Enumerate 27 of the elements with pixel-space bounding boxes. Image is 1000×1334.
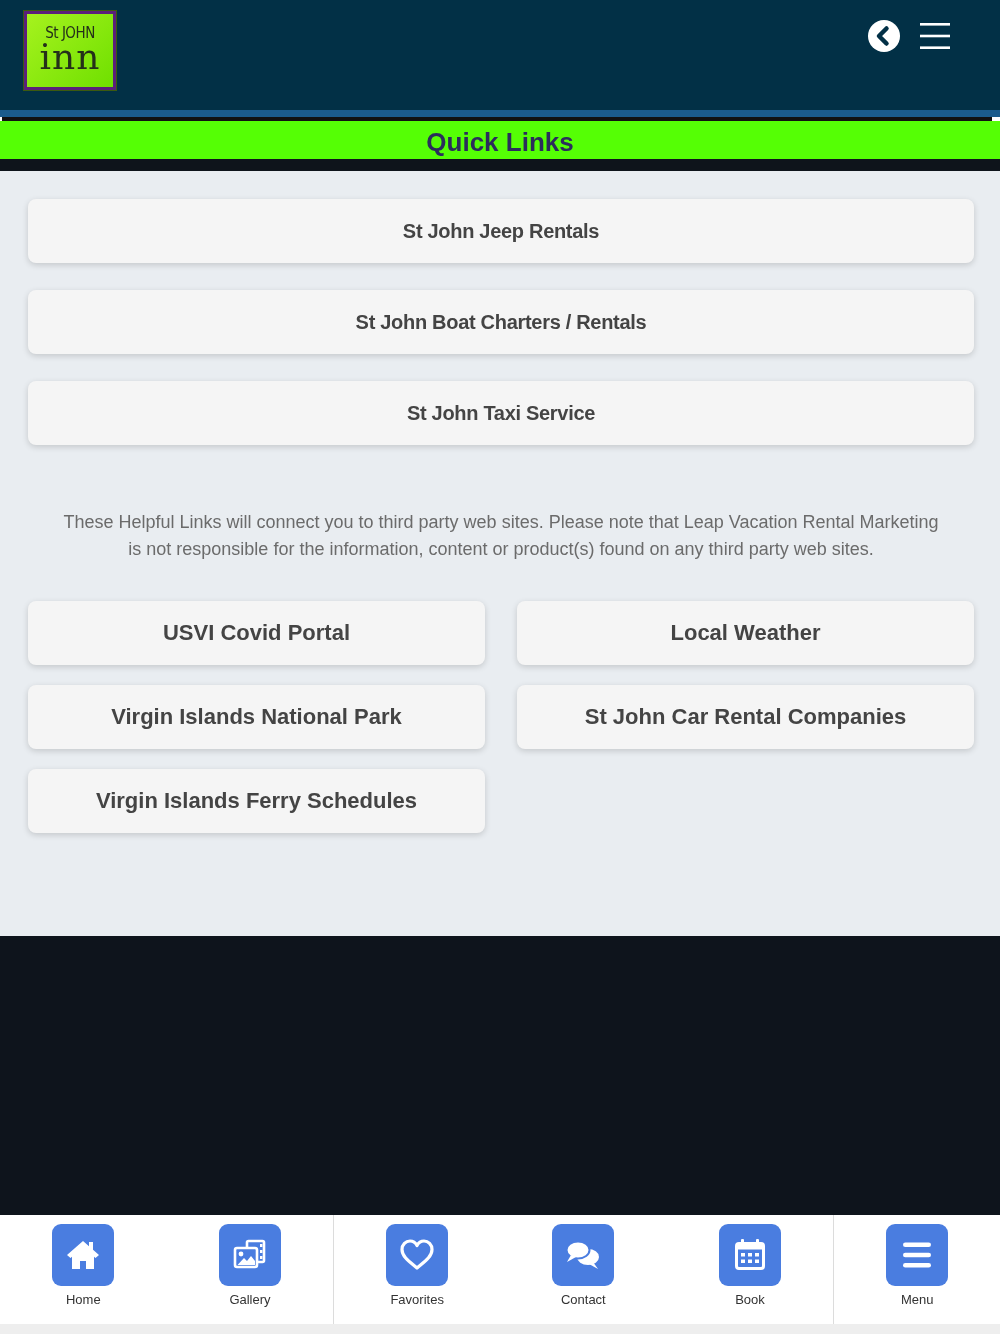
gallery-icon — [219, 1224, 281, 1286]
helpful-link-button[interactable]: USVI Covid Portal — [28, 601, 485, 665]
helpful-link-button[interactable]: Virgin Islands National Park — [28, 685, 485, 749]
back-chevron-icon — [868, 20, 900, 52]
helpful-link-button[interactable]: Virgin Islands Ferry Schedules — [28, 769, 485, 833]
home-icon — [52, 1224, 115, 1286]
nav-link[interactable]: Home — [0, 1215, 167, 1324]
helpful-link-button[interactable]: St John Car Rental Companies — [517, 685, 974, 749]
nav-link[interactable]: Gallery — [166, 1215, 334, 1324]
quick-link-button[interactable]: St John Jeep Rentals — [28, 199, 974, 263]
logo[interactable]: St JOHN inn — [24, 11, 116, 90]
back-button[interactable] — [868, 20, 900, 52]
quick-link-button[interactable]: St John Taxi Service — [28, 381, 974, 445]
menu-button[interactable] — [920, 23, 950, 49]
menu-bars-icon — [886, 1224, 949, 1286]
calendar-icon — [719, 1224, 781, 1286]
nav-link[interactable]: Menu — [833, 1215, 1000, 1324]
chat-bubbles-icon — [552, 1224, 615, 1286]
nav-link[interactable]: Contact — [500, 1215, 667, 1324]
quick-link-button[interactable]: St John Boat Charters / Rentals — [28, 290, 974, 354]
disclaimer-text: These Helpful Links will connect you to third party web sites. Please note that Leap Vacation Rental Marketing is not responsible for the information, content or product(s) found on any third party web sites. — [62, 511, 940, 561]
menu-icon — [920, 23, 950, 49]
page-title: Quick Links — [426, 126, 574, 155]
helpful-link-button[interactable]: Local Weather — [517, 601, 974, 665]
nav-link[interactable]: Favorites — [333, 1215, 500, 1324]
nav-link[interactable]: Book — [666, 1215, 834, 1324]
logo-text: St JOHN — [45, 26, 95, 41]
